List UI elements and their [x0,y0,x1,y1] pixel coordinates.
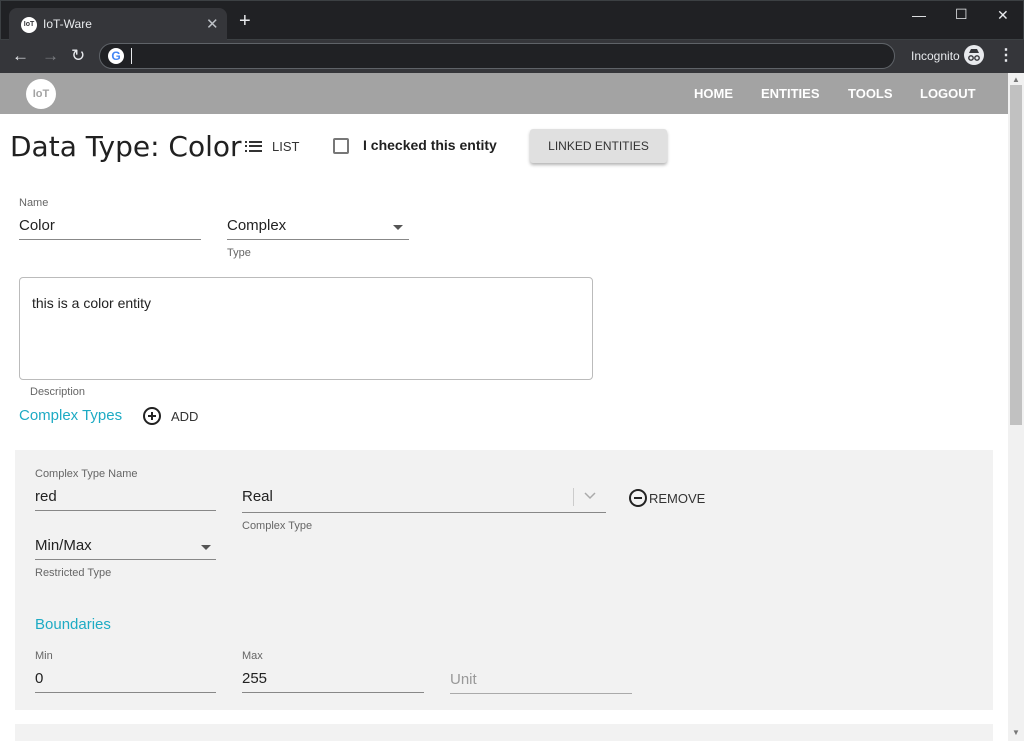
text-caret [131,48,132,64]
incognito-label: Incognito [911,49,960,63]
max-field[interactable]: 255 [242,670,267,687]
complex-type-name-underline [35,510,216,511]
complex-types-title: Complex Types [19,407,123,424]
minus-circle-icon [629,489,647,507]
min-field-label: Min [35,650,53,662]
browser-menu-icon[interactable]: ⋮ [998,45,1014,65]
scroll-up-icon[interactable]: ▲ [1012,75,1020,84]
remove-complex-type-button[interactable]: REMOVE [629,489,705,507]
reload-icon[interactable]: ↻ [71,46,85,66]
checked-entity-checkbox[interactable] [333,138,349,154]
max-field-underline [242,692,424,693]
name-field-label: Name [19,197,49,209]
unit-field-underline [450,693,632,694]
boundaries-title: Boundaries [35,616,111,633]
remove-button-label: REMOVE [649,490,706,506]
min-field[interactable]: 0 [35,670,43,687]
page-scrollbar[interactable]: ▲ ▼ [1008,73,1024,741]
incognito-icon[interactable] [964,45,984,65]
unit-field[interactable]: Unit [450,671,477,688]
description-value: this is a color entity [32,295,152,311]
tab-close-icon[interactable]: ✕ [206,15,219,33]
description-label: Description [30,386,86,398]
browser-toolbar: ← → ↻ G Incognito ⋮ [0,40,1024,73]
add-button-label: ADD [171,408,199,424]
page-title: Data Type: Color [10,130,242,163]
add-complex-type-button[interactable]: ADD [143,407,198,425]
scroll-down-icon[interactable]: ▼ [1012,728,1020,737]
complex-type-name-field[interactable]: red [35,488,57,505]
nav-entities[interactable]: ENTITIES [761,86,820,101]
browser-title-bar: IoT IoT-Ware ✕ + — ☐ ✕ [0,0,1024,41]
nav-home[interactable]: HOME [694,86,733,101]
type-select-label: Type [227,247,251,259]
type-dropdown-arrow-icon[interactable] [393,225,403,230]
minimize-icon[interactable]: — [912,7,926,23]
iot-logo[interactable]: IoT [26,79,56,109]
restricted-type-underline [35,559,216,560]
forward-arrow-icon[interactable]: → [42,46,59,66]
tab-title: IoT-Ware [43,17,92,31]
complex-type-select[interactable]: Real [242,488,273,505]
restricted-dropdown-arrow-icon[interactable] [201,545,211,550]
address-bar[interactable]: G [99,43,895,69]
app-navbar: IoT HOME ENTITIES TOOLS LOGOUT [0,73,1008,114]
linked-entities-button[interactable]: LINKED ENTITIES [530,129,667,163]
list-icon [245,140,262,152]
chevron-down-icon[interactable] [584,489,596,503]
type-select-underline [227,239,409,240]
next-complex-type-panel [15,724,993,741]
name-field[interactable]: Color [19,217,55,234]
back-arrow-icon[interactable]: ← [12,46,29,66]
complex-type-select-underline [242,512,606,513]
select-separator [573,488,574,506]
max-field-label: Max [242,650,263,662]
new-tab-plus-icon[interactable]: + [239,11,251,31]
plus-circle-icon [143,407,161,425]
scroll-thumb[interactable] [1010,85,1022,425]
complex-type-panel [15,450,993,710]
restricted-type-label: Restricted Type [35,567,112,579]
type-select[interactable]: Complex [227,217,286,234]
complex-type-name-label: Complex Type Name [35,468,138,480]
browser-tab[interactable]: IoT IoT-Ware ✕ [9,8,227,41]
nav-tools[interactable]: TOOLS [848,86,893,101]
nav-logout[interactable]: LOGOUT [920,86,976,101]
maximize-icon[interactable]: ☐ [955,6,968,23]
list-button-label: LIST [272,138,300,154]
min-field-underline [35,692,216,693]
window-close-icon[interactable]: ✕ [997,7,1009,24]
google-icon: G [108,48,124,64]
restricted-type-select[interactable]: Min/Max [35,537,92,554]
list-button[interactable]: LIST [245,137,299,155]
description-textarea[interactable]: this is a color entity [19,277,593,380]
complex-type-select-label: Complex Type [242,520,313,532]
name-field-underline [19,239,201,240]
checked-entity-label: I checked this entity [363,137,497,153]
tab-favicon-icon: IoT [21,17,37,33]
